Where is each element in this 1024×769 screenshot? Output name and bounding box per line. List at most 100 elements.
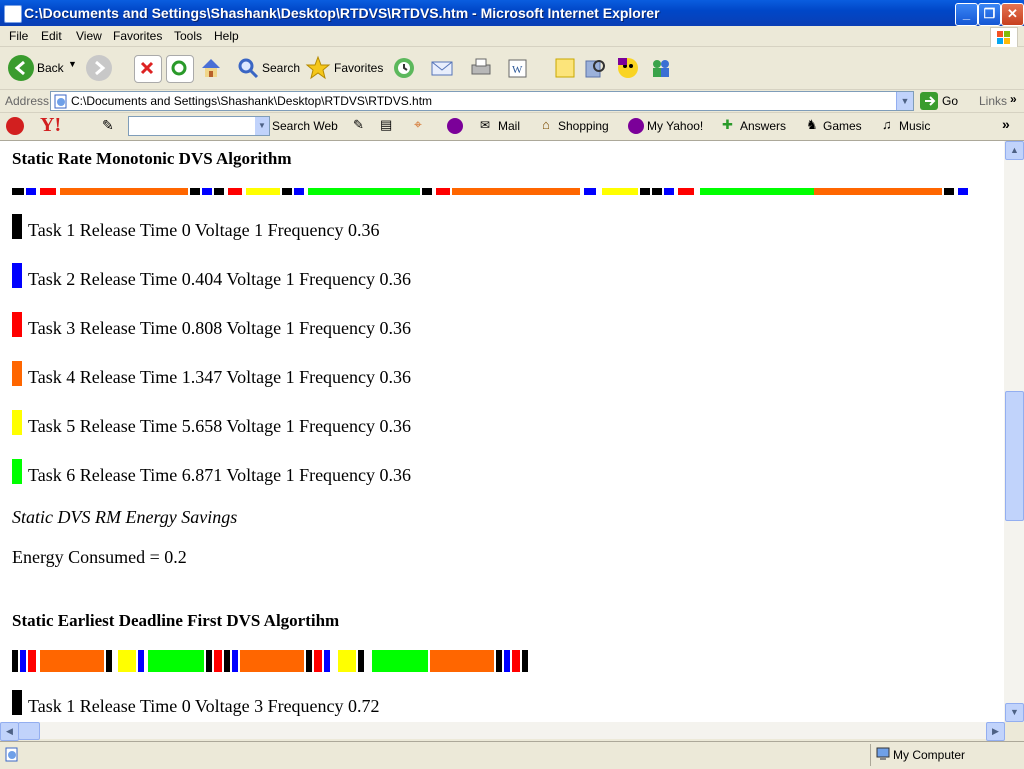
yahoo-answers-button[interactable]: Answers xyxy=(740,119,786,133)
schedule-segment xyxy=(944,188,954,195)
links-chevron-icon[interactable]: » xyxy=(1010,92,1017,106)
menu-help[interactable]: Help xyxy=(214,29,239,43)
toolbar-chevron-icon[interactable]: » xyxy=(1002,116,1010,132)
highlighter-icon[interactable]: ✎ xyxy=(102,117,114,134)
go-arrow-icon[interactable] xyxy=(920,92,938,110)
shopping-icon: ⌂ xyxy=(542,117,550,132)
search-web-button[interactable]: Search Web xyxy=(272,119,338,133)
forward-arrow-icon[interactable] xyxy=(86,55,112,81)
menu-tools[interactable]: Tools xyxy=(174,29,202,43)
back-button-label[interactable]: Back xyxy=(37,61,64,75)
scroll-down-icon[interactable]: ▼ xyxy=(1005,703,1024,722)
yahoo-mail-button[interactable]: Mail xyxy=(498,119,520,133)
schedule-segment xyxy=(452,188,580,195)
search-icon[interactable] xyxy=(235,55,261,81)
schedule-segment xyxy=(512,650,520,672)
mail-icon[interactable] xyxy=(430,55,456,81)
home-icon[interactable] xyxy=(198,55,224,81)
pencil-icon[interactable]: ✎ xyxy=(353,117,364,133)
stop-icon[interactable] xyxy=(134,55,162,83)
schedule-segment xyxy=(436,188,450,195)
address-bar: Address C:\Documents and Settings\Shasha… xyxy=(0,90,1024,113)
yahoo-search-dropdown-icon[interactable]: ▼ xyxy=(255,117,269,135)
games-icon: ♞ xyxy=(806,117,818,132)
task-description: Task 5 Release Time 5.658 Voltage 1 Freq… xyxy=(28,416,412,436)
task-description: Task 1 Release Time 0 Voltage 3 Frequenc… xyxy=(28,696,380,716)
vertical-scrollbar[interactable]: ▲ ▼ xyxy=(1004,141,1024,722)
address-dropdown-icon[interactable]: ▼ xyxy=(896,92,913,110)
task-color-swatch xyxy=(12,214,22,239)
menu-view[interactable]: View xyxy=(76,29,102,43)
status-divider xyxy=(870,744,871,766)
schedule-segment xyxy=(246,188,280,195)
search-button-label[interactable]: Search xyxy=(262,61,300,75)
yahoo-games-button[interactable]: Games xyxy=(823,119,862,133)
standard-toolbar: Back ▼ Search Favorites W xyxy=(0,47,1024,90)
menu-edit[interactable]: Edit xyxy=(41,29,62,43)
task-color-swatch xyxy=(12,361,22,386)
yahoo-logo-icon[interactable]: Y! xyxy=(40,114,61,137)
messenger-icon[interactable] xyxy=(648,55,674,81)
close-button[interactable]: ✕ xyxy=(1001,3,1024,26)
go-button-label[interactable]: Go xyxy=(942,94,958,108)
launch-icon[interactable] xyxy=(447,118,463,134)
my-yahoo-button[interactable]: My Yahoo! xyxy=(647,119,703,133)
menu-file[interactable]: File xyxy=(9,29,28,43)
my-yahoo-icon xyxy=(628,118,644,134)
address-field[interactable]: C:\Documents and Settings\Shashank\Deskt… xyxy=(50,91,914,111)
address-label: Address xyxy=(5,94,50,108)
schedule-segment xyxy=(308,188,420,195)
yahoo-search-input[interactable]: ▼ xyxy=(128,116,270,136)
minimize-button[interactable]: _ xyxy=(955,3,978,26)
print-icon[interactable] xyxy=(468,55,494,81)
maximize-button[interactable]: ❐ xyxy=(978,3,1001,26)
menu-bar: File Edit View Favorites Tools Help xyxy=(0,26,1024,49)
notes-icon[interactable] xyxy=(552,55,578,81)
schedule-segment xyxy=(240,650,304,672)
schedule-segment xyxy=(958,188,968,195)
scroll-right-icon[interactable]: ▶ xyxy=(986,722,1005,741)
back-arrow-icon[interactable] xyxy=(8,55,34,81)
schedule-segment xyxy=(12,188,24,195)
title-bar: C:\Documents and Settings\Shashank\Deskt… xyxy=(0,0,1024,26)
schedule-segment xyxy=(584,188,596,195)
favorites-star-icon[interactable] xyxy=(305,55,331,81)
scroll-left-icon[interactable]: ◀ xyxy=(0,722,19,741)
schedule-segment xyxy=(814,188,942,195)
schedule-segment xyxy=(40,188,56,195)
schedule-segment xyxy=(148,650,204,672)
menu-favorites[interactable]: Favorites xyxy=(113,29,162,43)
yahoo-messenger-icon[interactable] xyxy=(615,55,641,81)
schedule-segment xyxy=(678,188,694,195)
edit-word-icon[interactable]: W xyxy=(505,55,531,81)
schedule-segment xyxy=(330,650,338,672)
schedule-segment xyxy=(602,188,638,195)
refresh-icon[interactable] xyxy=(166,55,194,83)
mail-envelope-icon: ✉ xyxy=(480,118,491,132)
layout-icon[interactable]: ▤ xyxy=(380,117,392,133)
yahoo-toolbar-icon[interactable] xyxy=(6,117,24,135)
scroll-up-icon[interactable]: ▲ xyxy=(1005,141,1024,160)
yahoo-music-button[interactable]: Music xyxy=(899,119,930,133)
schedule-segment xyxy=(28,650,36,672)
page-content: Static Rate Monotonic DVS Algorithm Task… xyxy=(0,141,1004,722)
schedule-segment xyxy=(338,650,356,672)
vertical-scroll-thumb[interactable] xyxy=(1005,391,1024,521)
horizontal-scroll-thumb[interactable] xyxy=(18,722,40,740)
horizontal-scrollbar[interactable]: ◀ ▶ xyxy=(0,722,1005,741)
history-icon[interactable] xyxy=(391,55,417,81)
task-description: Task 6 Release Time 6.871 Voltage 1 Freq… xyxy=(28,465,412,485)
favorites-button-label[interactable]: Favorites xyxy=(334,61,383,75)
task-description: Task 3 Release Time 0.808 Voltage 1 Freq… xyxy=(28,318,412,338)
schedule-segment xyxy=(40,650,104,672)
antispy-icon[interactable]: ⌖ xyxy=(414,116,422,133)
windows-logo-icon xyxy=(990,27,1018,49)
my-computer-icon xyxy=(876,747,890,760)
yahoo-shopping-button[interactable]: Shopping xyxy=(558,119,609,133)
task-description: Task 2 Release Time 0.404 Voltage 1 Freq… xyxy=(28,269,412,289)
links-label[interactable]: Links xyxy=(979,94,1007,108)
back-dropdown-icon[interactable]: ▼ xyxy=(68,59,77,69)
schedule-segment xyxy=(522,650,528,672)
research-icon[interactable] xyxy=(582,55,608,81)
schedule-segment xyxy=(430,650,494,672)
